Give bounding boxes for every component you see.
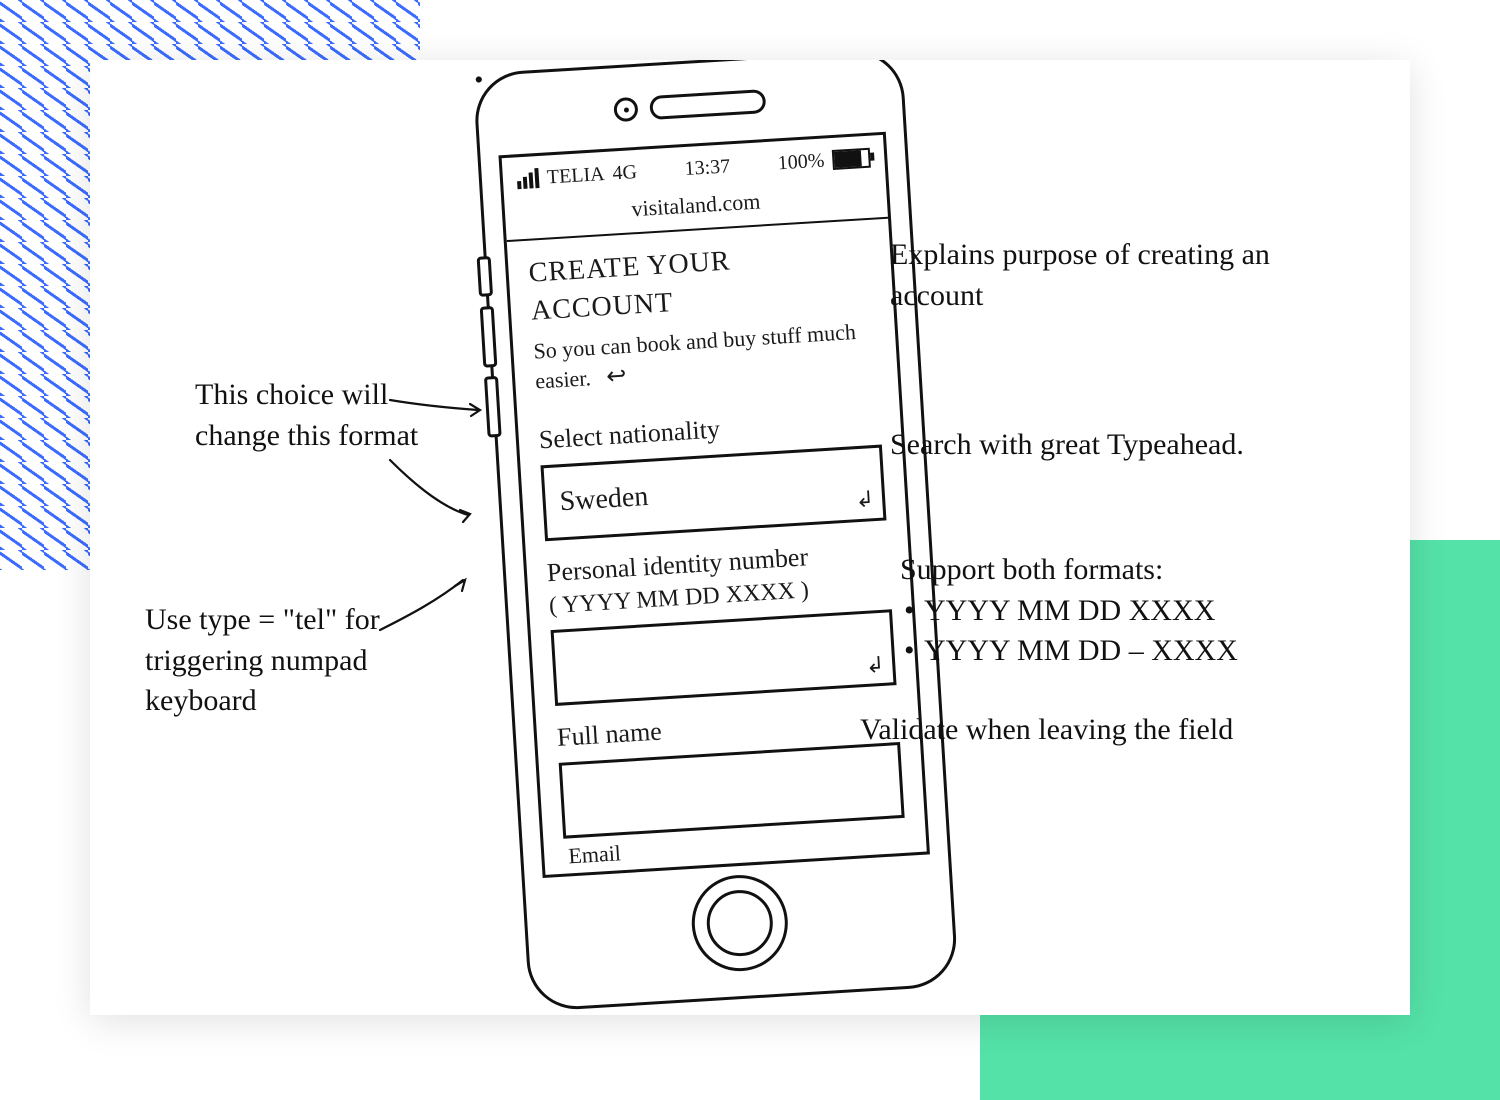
return-arrow-icon: ↲ — [865, 649, 885, 680]
annotation-validate: Validate when leaving the field — [860, 710, 1233, 751]
annotation-format2: YYYY MM DD – XXXX — [900, 631, 1238, 672]
page-subtitle: So you can book and buy stuff much easie… — [533, 315, 878, 398]
annotation-explains: Explains purpose of creating an account — [890, 235, 1310, 316]
side-button-icon — [484, 376, 502, 438]
annotation-formats: Support both formats: YYYY MM DD XXXX YY… — [900, 550, 1238, 672]
home-button[interactable] — [689, 872, 791, 974]
annotation-tel: Use type = "tel" for triggering numpad k… — [145, 600, 445, 722]
pin-input[interactable]: ↲ — [551, 609, 897, 706]
battery-pct: 100% — [777, 149, 825, 175]
battery-icon — [832, 148, 871, 170]
email-label-partial: Email — [568, 840, 622, 869]
network-label: 4G — [612, 160, 638, 184]
create-account-form: CREATE YOUR ACCOUNT So you can book and … — [507, 219, 926, 855]
signal-icon — [516, 168, 539, 189]
phone-screen: TELIA 4G 13:37 100% visitaland.com CREAT… — [498, 132, 929, 878]
return-arrow-icon: ↩ — [605, 360, 627, 394]
annotation-format1: YYYY MM DD XXXX — [900, 591, 1238, 632]
annotation-typeahead: Search with great Typeahead. — [890, 425, 1244, 466]
page-subtitle-text: So you can book and buy stuff much easie… — [533, 319, 857, 394]
page-title: CREATE YOUR ACCOUNT — [528, 234, 874, 330]
annotation-formats-intro: Support both formats: — [900, 553, 1163, 586]
fullname-input[interactable] — [559, 742, 905, 839]
sketch-card: Explains purpose of creating an account … — [90, 60, 1410, 1015]
annotation-choice: This choice will change this format — [195, 375, 455, 456]
phone-sketch: TELIA 4G 13:37 100% visitaland.com CREAT… — [472, 60, 959, 1012]
side-button-icon — [477, 256, 493, 297]
earpiece-icon — [649, 89, 766, 120]
phone-speaker — [613, 89, 766, 122]
camera-icon — [613, 97, 638, 122]
clock-label: 13:37 — [684, 155, 731, 181]
nationality-value: Sweden — [559, 478, 650, 521]
return-arrow-icon: ↲ — [855, 484, 875, 515]
carrier-label: TELIA — [546, 162, 605, 188]
side-button-icon — [480, 306, 498, 368]
nationality-select[interactable]: Sweden ↲ — [540, 444, 886, 541]
